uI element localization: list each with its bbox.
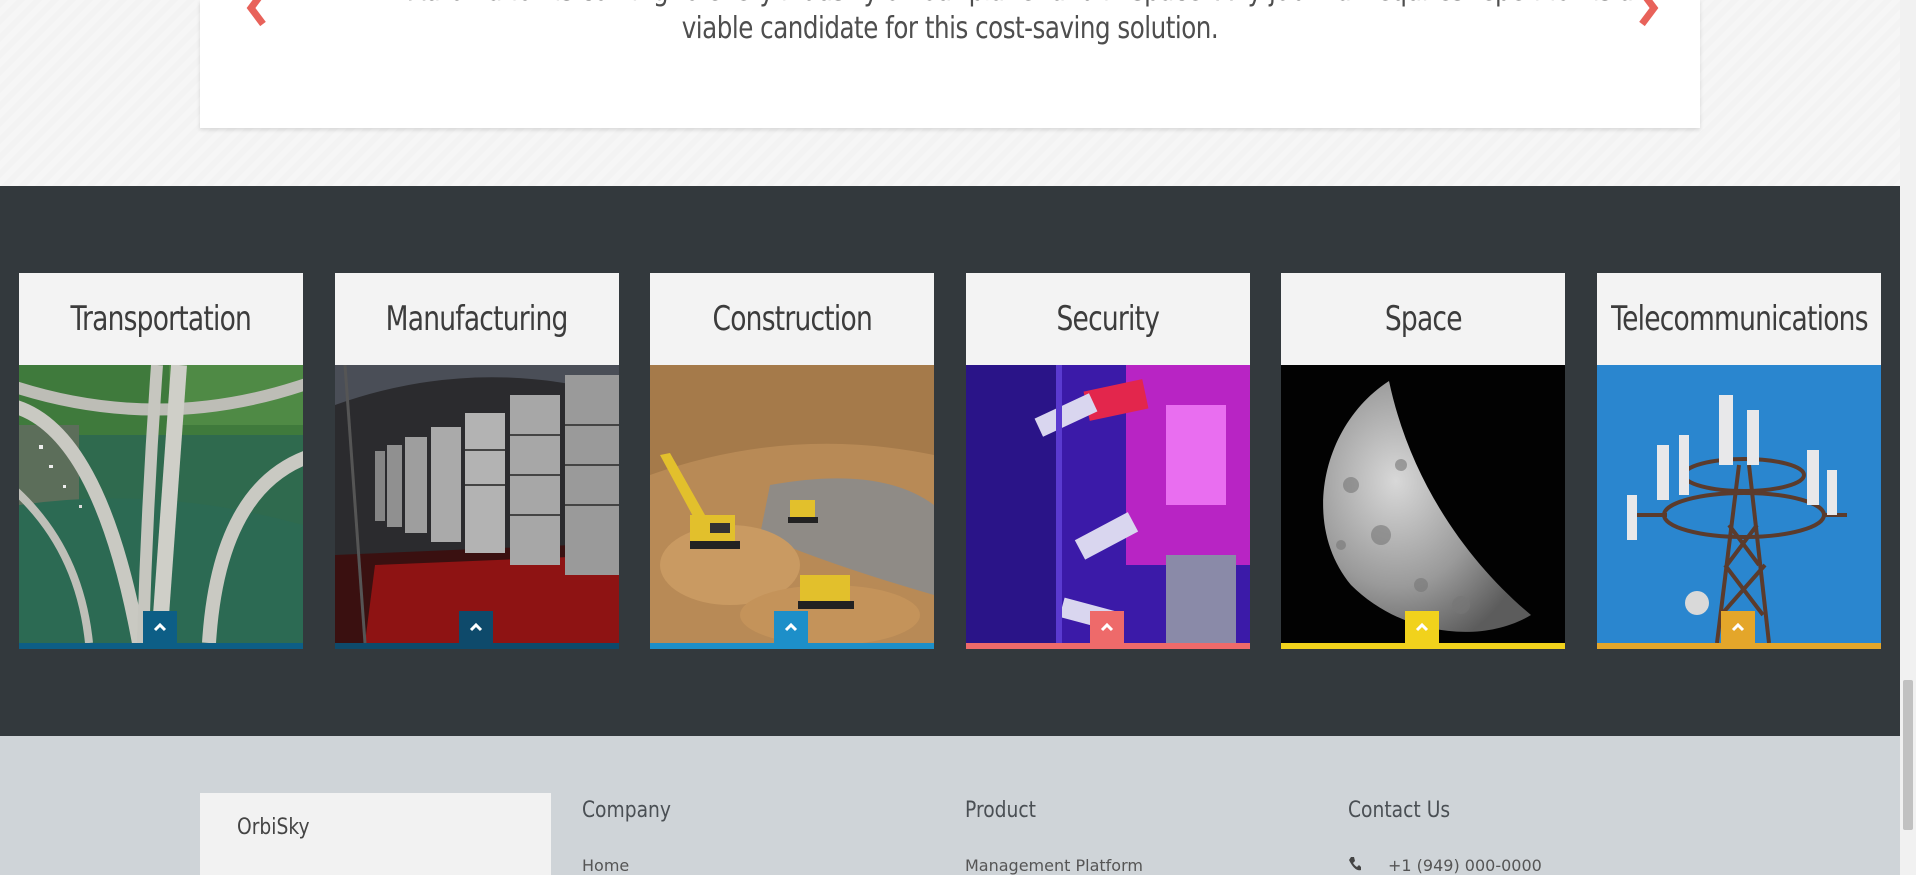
industry-card-security[interactable]: Security: [966, 273, 1250, 649]
card-title: Security: [966, 273, 1250, 365]
chevron-up-icon: [1100, 622, 1114, 632]
chevron-up-icon: [1415, 622, 1429, 632]
accent-bar: [1597, 643, 1881, 649]
testimonial-quote: Automation is coming to every industry o…: [409, 0, 1634, 48]
industry-card-construction[interactable]: Construction: [650, 273, 934, 649]
accent-bar: [1281, 643, 1565, 649]
expand-security-button[interactable]: [1090, 611, 1124, 643]
chevron-up-icon: [153, 622, 167, 632]
factory-tanks-image: [335, 365, 619, 643]
accent-bar: [966, 643, 1250, 649]
cell-tower-image: [1597, 365, 1881, 643]
site-footer: OrbiSky Company Home Product Management …: [0, 736, 1900, 875]
card-title: Manufacturing: [335, 273, 619, 365]
industry-card-transportation[interactable]: Transportation: [19, 273, 303, 649]
industries-section: Transportation Manufacturing Constructio…: [0, 186, 1900, 736]
footer-link-management-platform[interactable]: Management Platform: [965, 856, 1143, 875]
expand-space-button[interactable]: [1405, 611, 1439, 643]
chevron-up-icon: [469, 622, 483, 632]
brand-box: OrbiSky: [200, 793, 551, 875]
testimonial-section: Automation is coming to every industry o…: [0, 0, 1900, 186]
footer-column-product: Product Management Platform: [965, 798, 1143, 875]
prev-testimonial-button[interactable]: [237, 0, 277, 28]
chevron-up-icon: [784, 622, 798, 632]
footer-link-home[interactable]: Home: [582, 856, 629, 875]
scrollbar-thumb[interactable]: [1903, 680, 1913, 830]
quote-line-2: viable candidate for this cost-saving so…: [681, 11, 1219, 46]
expand-construction-button[interactable]: [774, 611, 808, 643]
security-cameras-image: [966, 365, 1250, 643]
accent-bar: [650, 643, 934, 649]
phone-icon: [1349, 857, 1361, 871]
industry-card-manufacturing[interactable]: Manufacturing: [335, 273, 619, 649]
expand-telecommunications-button[interactable]: [1721, 611, 1755, 643]
footer-column-title: Company: [582, 798, 671, 823]
industry-card-telecommunications[interactable]: Telecommunications: [1597, 273, 1881, 649]
chevron-right-icon: [1639, 0, 1659, 27]
chevron-left-icon: [246, 0, 266, 27]
moon-image: [1281, 365, 1565, 643]
industry-card-space[interactable]: Space: [1281, 273, 1565, 649]
card-title: Space: [1281, 273, 1565, 365]
card-title: Telecommunications: [1597, 273, 1881, 365]
expand-transportation-button[interactable]: [143, 611, 177, 643]
next-testimonial-button[interactable]: [1628, 0, 1668, 28]
footer-column-title: Product: [965, 798, 1037, 823]
footer-phone-number[interactable]: +1 (949) 000-0000: [1388, 856, 1542, 875]
accent-bar: [19, 643, 303, 649]
expand-manufacturing-button[interactable]: [459, 611, 493, 643]
highway-interchange-image: [19, 365, 303, 643]
brand-name: OrbiSky: [237, 815, 310, 840]
accent-bar: [335, 643, 619, 649]
excavators-site-image: [650, 365, 934, 643]
footer-column-contact: Contact Us +1 (949) 000-0000: [1348, 798, 1542, 875]
footer-column-title: Contact Us: [1348, 798, 1451, 823]
page-scrollbar[interactable]: [1900, 0, 1916, 875]
chevron-up-icon: [1731, 622, 1745, 632]
footer-column-company: Company Home: [582, 798, 687, 875]
quote-line-1: Automation is coming to every industry o…: [409, 0, 1634, 10]
testimonial-card: Automation is coming to every industry o…: [200, 0, 1700, 128]
card-title: Transportation: [19, 273, 303, 365]
card-title: Construction: [650, 273, 934, 365]
